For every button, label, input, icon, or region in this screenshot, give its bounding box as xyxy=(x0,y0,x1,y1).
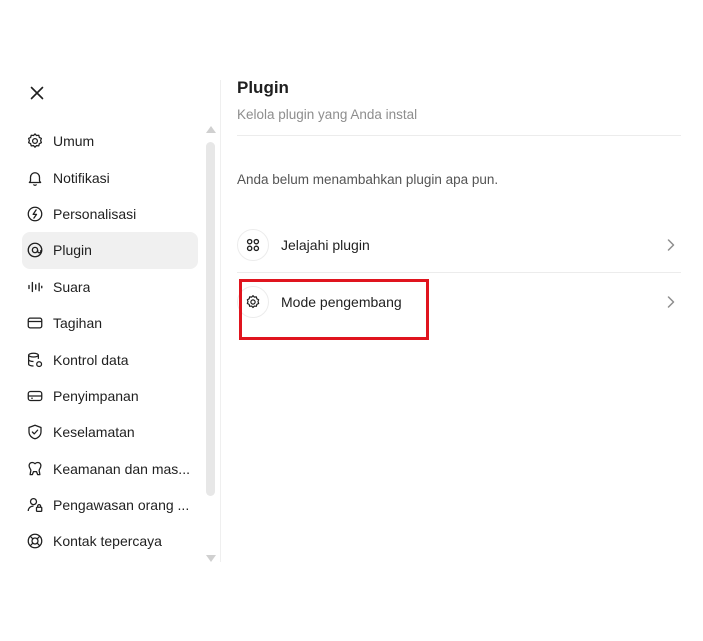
person-lock-icon xyxy=(26,496,44,514)
sidebar-item-label: Kontak tepercaya xyxy=(53,533,162,550)
sidebar-item-pengawasan[interactable]: Pengawasan orang ... xyxy=(22,487,198,523)
scroll-down-arrow[interactable] xyxy=(206,555,216,562)
page-title: Plugin xyxy=(237,78,289,97)
sidebar-item-keselamatan[interactable]: Keselamatan xyxy=(22,414,198,450)
sidebar-item-label: Umum xyxy=(53,133,95,150)
sidebar-item-label: Personalisasi xyxy=(53,205,137,222)
sidebar-item-label: Tagihan xyxy=(53,315,103,332)
security-icon xyxy=(26,460,44,478)
chevron-right-icon xyxy=(665,295,677,308)
sidebar-item-label: Penyimpanan xyxy=(53,387,139,404)
database-gear-icon xyxy=(26,351,44,369)
sidebar-item-keamanan[interactable]: Keamanan dan mas... xyxy=(22,451,198,487)
scroll-up-arrow[interactable] xyxy=(206,126,216,133)
sidebar-item-kontrol-data[interactable]: Kontrol data xyxy=(22,341,198,377)
bell-icon xyxy=(26,169,44,187)
gear-icon xyxy=(26,132,44,150)
sidebar-item-suara[interactable]: Suara xyxy=(22,269,198,305)
header-divider xyxy=(237,135,681,136)
card-icon xyxy=(26,314,44,332)
personalize-icon xyxy=(26,205,44,223)
sidebar-scrollbar[interactable] xyxy=(204,124,218,564)
close-icon xyxy=(30,86,44,100)
sidebar-item-label: Suara xyxy=(53,278,91,295)
sidebar-item-plugin[interactable]: Plugin xyxy=(22,232,198,269)
sidebar-item-label: Keamanan dan mas... xyxy=(53,460,190,477)
sidebar-item-penyimpanan[interactable]: Penyimpanan xyxy=(22,378,198,414)
sidebar-item-label: Notifikasi xyxy=(53,169,110,186)
page-subtitle: Kelola plugin yang Anda instal xyxy=(237,107,418,122)
sidebar-item-label: Pengawasan orang ... xyxy=(53,497,190,514)
explore-plugins-row[interactable]: Jelajahi plugin xyxy=(237,217,681,272)
highlight-box xyxy=(239,279,429,340)
sidebar-item-label: Kontrol data xyxy=(53,351,129,368)
sidebar-item-umum[interactable]: Umum xyxy=(22,123,198,159)
sidebar-item-kontak-tepercaya[interactable]: Kontak tepercaya xyxy=(22,523,198,559)
sidebar-item-notifikasi[interactable]: Notifikasi xyxy=(22,159,198,195)
sidebar-item-label: Keselamatan xyxy=(53,424,135,441)
shield-check-icon xyxy=(26,423,44,441)
row-label: Jelajahi plugin xyxy=(281,236,370,253)
sidebar-item-tagihan[interactable]: Tagihan xyxy=(22,305,198,341)
chevron-right-icon xyxy=(665,238,677,251)
sidebar-item-label: Plugin xyxy=(53,242,92,259)
panel-divider xyxy=(220,80,221,562)
lifebuoy-icon xyxy=(26,532,44,550)
storage-icon xyxy=(26,387,44,405)
waveform-icon xyxy=(26,278,44,296)
sidebar-item-personalisasi[interactable]: Personalisasi xyxy=(22,196,198,232)
settings-sidebar: Umum Notifikasi Personalisasi Plugin Sua… xyxy=(22,123,198,560)
close-button[interactable] xyxy=(24,80,50,106)
empty-state-text: Anda belum menambahkan plugin apa pun. xyxy=(237,172,499,187)
scroll-thumb[interactable] xyxy=(206,142,215,496)
plugin-icon xyxy=(26,241,44,259)
grid-circles-icon xyxy=(237,228,269,261)
